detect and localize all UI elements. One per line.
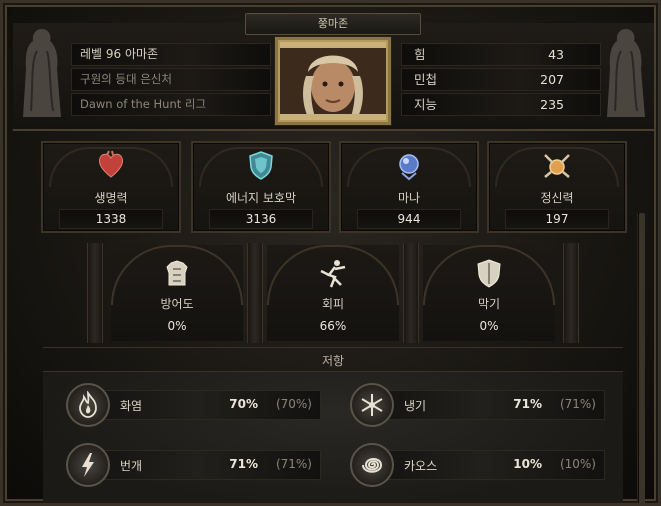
resistance-chaos: 카오스 10% (10%) [350, 443, 605, 487]
attribute-value: 235 [540, 97, 564, 112]
resistance-label: 카오스 [404, 459, 438, 473]
attribute-label: 지능 [414, 97, 438, 112]
attribute-value: 207 [540, 72, 564, 87]
defense-label: 막기 [477, 297, 501, 311]
attribute-label: 힘 [414, 47, 426, 62]
resource-value: 3136 [209, 209, 313, 229]
resource-value: 1338 [59, 209, 163, 229]
fire-icon [66, 383, 110, 427]
resource-energy-shield: 에너지 보호막 3136 [191, 141, 331, 233]
resistance-cold: 냉기 71% (71%) [350, 383, 605, 427]
resource-spirit: 정신력 197 [487, 141, 627, 233]
resource-label: 정신력 [540, 191, 574, 205]
mana-orb-icon [399, 154, 419, 181]
resistance-value: 71% [229, 457, 258, 471]
character-stats-panel: 쭝마존 레벨 96 아마존 구원의 등대 은신처 Dawn of the Hun… [0, 0, 661, 506]
defense-block: 막기 0% [423, 245, 555, 341]
resistance-section: 화염 70% (70%) 냉기 71% (71%) 번개 71% (71%) 카… [43, 371, 623, 503]
resource-mana: 마나 944 [339, 141, 479, 233]
pillar-decoration [403, 243, 419, 343]
character-portrait [275, 37, 391, 125]
heart-icon [98, 150, 124, 178]
pillar-decoration [247, 243, 263, 343]
resistance-label: 냉기 [404, 399, 427, 413]
resistance-value: 70% [229, 397, 258, 411]
attribute-intelligence: 지능 235 [401, 93, 601, 116]
defense-label: 회피 [321, 297, 345, 311]
resource-value: 944 [357, 209, 461, 229]
resistance-value: 10% [513, 457, 542, 471]
portrait-icon [280, 42, 386, 120]
cold-icon [350, 383, 394, 427]
evasion-icon [320, 260, 346, 288]
character-name: 쭝마존 [245, 13, 421, 35]
resource-label: 마나 [397, 191, 421, 205]
resource-value: 197 [505, 209, 609, 229]
lightning-icon [66, 443, 110, 487]
resistance-fire: 화염 70% (70%) [66, 383, 321, 427]
pillar-decoration [563, 243, 579, 343]
defense-value: 66% [319, 319, 347, 333]
resistance-title: 저항 [43, 347, 623, 371]
resistance-max: (71%) [275, 457, 312, 471]
pillar-decoration [87, 243, 103, 343]
scrollbar-thumb[interactable] [639, 213, 645, 503]
resistance-max: (70%) [275, 397, 312, 411]
defense-label: 방어도 [160, 297, 194, 311]
scrollbar[interactable] [637, 213, 645, 503]
location-row: 구원의 등대 은신처 [71, 68, 271, 91]
resistance-lightning: 번개 71% (71%) [66, 443, 321, 487]
attributes: 힘 43 민첩 207 지능 235 [401, 43, 601, 118]
chaos-icon [350, 443, 394, 487]
shield-icon [249, 151, 273, 180]
resistance-max: (10%) [559, 457, 596, 471]
resource-label: 생명력 [94, 191, 128, 205]
defense-value: 0% [479, 319, 499, 333]
league-row: Dawn of the Hunt 리그 [71, 93, 271, 116]
statue-right-icon [607, 29, 645, 117]
attribute-label: 민첩 [414, 72, 438, 87]
defense-armour: 방어도 0% [111, 245, 243, 341]
attribute-value: 43 [548, 47, 564, 62]
resistance-label: 화염 [120, 399, 143, 413]
defense-evasion: 회피 66% [267, 245, 399, 341]
resource-label: 에너지 보호막 [225, 191, 297, 205]
resource-life: 생명력 1338 [41, 141, 181, 233]
attribute-dexterity: 민첩 207 [401, 68, 601, 91]
resistance-max: (71%) [559, 397, 596, 411]
attribute-strength: 힘 43 [401, 43, 601, 66]
resistance-label: 번개 [120, 459, 143, 473]
block-shield-icon [477, 259, 501, 288]
level-class-row: 레벨 96 아마존 [71, 43, 271, 66]
spirit-icon [544, 154, 570, 178]
character-info: 레벨 96 아마존 구원의 등대 은신처 Dawn of the Hunt 리그 [71, 43, 271, 118]
resistance-value: 71% [513, 397, 542, 411]
statue-left-icon [23, 29, 61, 117]
armour-icon [166, 260, 188, 286]
defense-value: 0% [167, 319, 187, 333]
